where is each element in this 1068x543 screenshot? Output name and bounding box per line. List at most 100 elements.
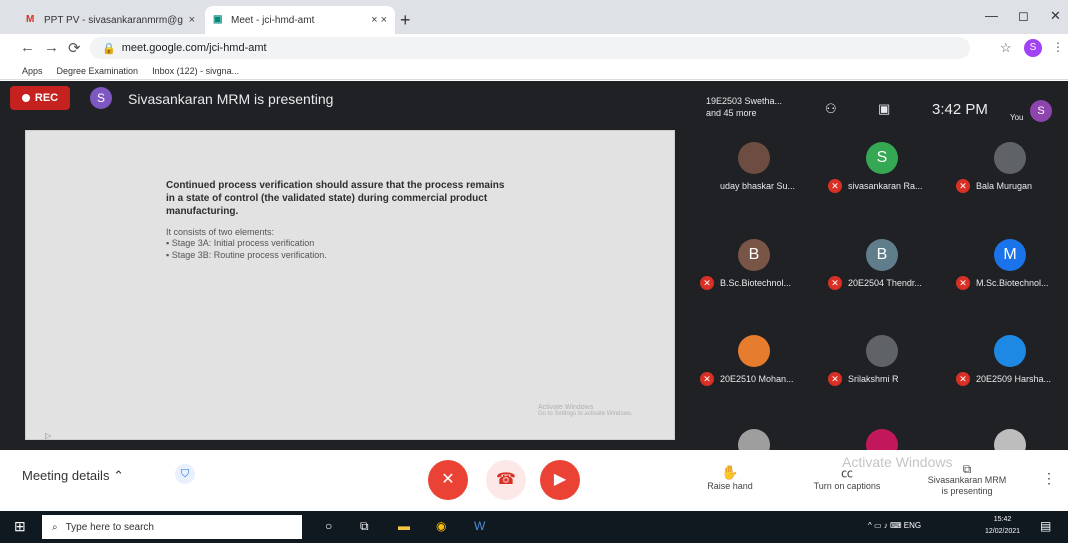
mic-muted-icon: ✕ (956, 372, 970, 386)
participant-avatar (738, 335, 770, 367)
mic-muted-icon: ✕ (700, 276, 714, 290)
meet-stage: REC S Sivasankaran MRM is presenting 19E… (0, 81, 1068, 511)
gmail-icon: M (26, 14, 35, 25)
windows-start-icon[interactable]: ⊞ (14, 518, 26, 535)
other-participants[interactable]: 19E2503 Swetha... and 45 more (706, 95, 782, 119)
lock-icon: 🔒 (102, 42, 116, 55)
presenter-avatar: S (90, 87, 112, 109)
captions-button[interactable]: ㏄ Turn on captions (802, 464, 892, 491)
close-icon[interactable]: × × (371, 14, 387, 26)
slide-intro: It consists of two elements: (166, 227, 275, 237)
captions-icon: ㏄ (840, 466, 853, 480)
participant-avatar: M (994, 239, 1026, 271)
participant-name: Srilakshmi R (848, 374, 899, 384)
meet-top-bar: REC S Sivasankaran MRM is presenting 19E… (0, 81, 1068, 122)
camera-off-button[interactable]: ▶ (540, 460, 580, 500)
maximize-icon[interactable]: ◻ (1018, 8, 1029, 24)
slide-heading: Continued process verification should as… (166, 180, 505, 217)
browser-tab-bar: M PPT PV - sivasankaranmrm@gm × ▣ Meet -… (0, 0, 1068, 34)
others-line-2: and 45 more (706, 108, 757, 118)
more-options-icon[interactable]: ⋮ (1042, 470, 1056, 487)
hang-up-button[interactable]: ☎ (486, 460, 526, 500)
participant-avatar (994, 335, 1026, 367)
tab-meet[interactable]: ▣ Meet - jci-hmd-amt × × (205, 6, 395, 34)
participant-tile[interactable]: ✕ Bala Murugan (946, 124, 1068, 202)
mic-off-button[interactable]: ✕ (428, 460, 468, 500)
clock[interactable]: 15:42 12/02/2021 (985, 514, 1020, 538)
tab-title: Meet - jci-hmd-amt (231, 14, 315, 26)
bookmark-apps[interactable]: Apps (22, 66, 43, 76)
layout-icon[interactable]: ⚇ (825, 101, 837, 117)
participant-tile[interactable]: M ✕ M.Sc.Biotechnol... (946, 221, 1068, 299)
kebab-menu-icon[interactable]: ⋮ (1052, 40, 1064, 54)
chevron-up-icon: ⌃ (113, 468, 124, 483)
participant-name: uday bhaskar Su... (720, 181, 796, 191)
participant-avatar: B (866, 239, 898, 271)
omnibox-bar: ← → ⟳ 🔒 meet.google.com/jci-hmd-amt ☆ S … (0, 34, 1068, 62)
word-icon[interactable]: W (474, 519, 485, 533)
participant-tile[interactable]: B ✕ B.Sc.Biotechnol... (690, 221, 818, 299)
meeting-details-button[interactable]: Meeting details ⌃ (22, 468, 124, 484)
participant-tile[interactable]: B ✕ 20E2504 Thendr... (818, 221, 946, 299)
participant-tile[interactable]: ✕ 20E2510 Mohan... (690, 317, 818, 395)
mic-muted-icon: ✕ (828, 276, 842, 290)
participant-tile[interactable]: uday bhaskar Su... (690, 124, 818, 202)
search-placeholder: Type here to search (65, 521, 154, 533)
present-icon[interactable]: ▣ (878, 101, 890, 117)
chrome-icon[interactable]: ◉ (436, 519, 446, 533)
bookmark-inbox[interactable]: Inbox (122) - sivgna... (152, 66, 239, 76)
cursor-icon: ▷ (45, 431, 52, 440)
mic-muted-icon: ✕ (828, 179, 842, 193)
back-icon[interactable]: ← (20, 39, 35, 56)
notifications-icon[interactable]: ▤ (1040, 519, 1051, 533)
task-view-icon[interactable]: ⧉ (360, 519, 369, 534)
shield-icon[interactable]: ⛉ (175, 464, 195, 484)
you-label: You (1010, 113, 1024, 122)
presenting-title: Sivasankaran MRM is presenting (128, 91, 334, 107)
bookmark-degree-exam[interactable]: Degree Examination (57, 66, 139, 76)
participant-avatar: B (738, 239, 770, 271)
raise-hand-button[interactable]: ✋ Raise hand (700, 464, 760, 491)
windows-taskbar: ⊞ ⌕ Type here to search ○ ⧉ ▬ ◉ W ^ ▭ ♪ … (0, 511, 1068, 543)
rec-label: REC (34, 92, 59, 104)
participant-name: B.Sc.Biotechnol... (720, 278, 792, 288)
tab-ppt-pv[interactable]: M PPT PV - sivasankaranmrm@gm × (18, 6, 203, 34)
mic-muted-icon: ✕ (956, 276, 970, 290)
participant-name: 20E2510 Mohan... (720, 374, 794, 384)
participant-name: 20E2509 Harsha... (976, 374, 1052, 384)
file-explorer-icon[interactable]: ▬ (398, 519, 410, 533)
mic-muted-icon: ✕ (828, 372, 842, 386)
hand-icon: ✋ (721, 464, 739, 480)
meet-bottom-bar: Meeting details ⌃ ⛉ ✕ ☎ ▶ Activate Windo… (0, 450, 1068, 511)
system-tray[interactable]: ^ ▭ ♪ ⌨ ENG (868, 521, 921, 530)
participant-avatar (738, 142, 770, 174)
participant-tile[interactable]: S ✕ sivasankaran Ra... (818, 124, 946, 202)
participant-name: 20E2504 Thendr... (848, 278, 922, 288)
reload-icon[interactable]: ⟳ (68, 39, 81, 57)
meet-icon: ▣ (213, 14, 223, 25)
activate-watermark: Activate Windows Go to Settings to activ… (538, 404, 633, 417)
cortana-icon[interactable]: ○ (325, 519, 332, 533)
participant-name: M.Sc.Biotechnol... (976, 278, 1049, 288)
forward-icon[interactable]: → (44, 39, 59, 56)
participant-avatar (866, 335, 898, 367)
participant-tile[interactable]: ✕ 20E2509 Harsha... (946, 317, 1068, 395)
presenting-button[interactable]: ⧉ Sivasankaran MRM is presenting (918, 462, 1016, 497)
present-screen-icon: ⧉ (962, 462, 972, 476)
minimize-icon[interactable]: — (985, 8, 998, 23)
close-icon[interactable]: × (189, 14, 195, 26)
profile-avatar[interactable]: S (1024, 39, 1042, 57)
window-close-icon[interactable]: ✕ (1050, 8, 1061, 24)
new-tab-button[interactable]: + (400, 10, 411, 31)
search-icon: ⌕ (52, 521, 58, 533)
mic-muted-icon: ✕ (700, 372, 714, 386)
others-line-1: 19E2503 Swetha... (706, 96, 783, 106)
record-icon (21, 94, 30, 102)
taskbar-search-input[interactable]: ⌕ Type here to search (42, 515, 302, 539)
participant-tile[interactable]: ✕ Srilakshmi R (818, 317, 946, 395)
bookmarks-bar: Apps Degree Examination Inbox (122) - si… (0, 62, 1068, 80)
star-icon[interactable]: ☆ (1000, 40, 1012, 56)
participant-avatar (994, 142, 1026, 174)
address-bar[interactable]: 🔒 meet.google.com/jci-hmd-amt (90, 37, 970, 59)
mic-muted-icon: ✕ (956, 179, 970, 193)
